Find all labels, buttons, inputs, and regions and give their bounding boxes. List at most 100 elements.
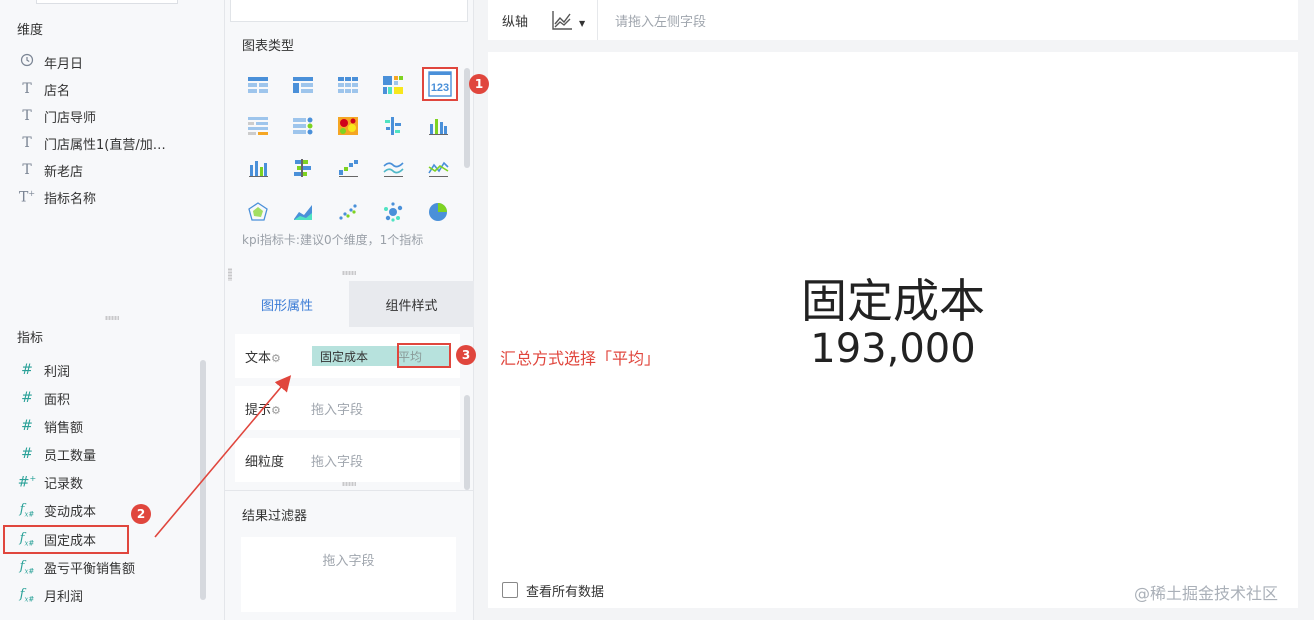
dimensions-title: 维度 — [17, 23, 44, 38]
number-derived-icon: #+ — [17, 473, 37, 491]
formula-icon: fx# — [19, 586, 35, 604]
line-chart-icon[interactable] — [382, 157, 404, 179]
number-icon: # — [21, 362, 33, 378]
annotation-highlight-box — [3, 525, 129, 554]
color-table-icon[interactable] — [382, 74, 404, 96]
chart-types-title: 图表类型 — [242, 39, 295, 54]
chevron-down-icon[interactable]: ▼ — [579, 19, 585, 28]
indicator-table-icon[interactable] — [292, 115, 314, 137]
measure-label: 利润 — [44, 364, 71, 380]
divider — [597, 0, 598, 40]
line-chart-type-icon[interactable] — [550, 8, 574, 32]
granularity-drop-placeholder: 拖入字段 — [311, 454, 364, 470]
annotation-badge-3: 3 — [456, 345, 476, 365]
result-filter-dropzone[interactable]: 拖入字段 — [241, 537, 456, 612]
gear-icon[interactable]: ⚙ — [271, 352, 281, 365]
pill-field-name: 固定成本 — [320, 349, 369, 364]
measure-label: 变动成本 — [44, 504, 97, 520]
gear-icon[interactable]: ⚙ — [271, 404, 281, 417]
clock-icon — [16, 53, 38, 71]
tab-graph-properties[interactable]: 图形属性 — [225, 281, 349, 327]
annotation-badge-2: 2 — [131, 504, 151, 524]
measure-item-area[interactable]: # 面积 — [16, 385, 206, 411]
measure-item-monthly-profit[interactable]: fx# 月利润 — [16, 582, 206, 608]
chart-canvas: 固定成本 193,000 查看所有数据 — [488, 52, 1298, 608]
area-chart-icon[interactable] — [292, 201, 314, 223]
table-chart-icon[interactable] — [247, 74, 269, 96]
text-type-icon: T — [22, 108, 32, 124]
kpi-card-icon: 123 — [428, 71, 452, 97]
measure-label: 销售额 — [44, 420, 84, 436]
result-filter-title: 结果过滤器 — [242, 509, 308, 524]
measure-item-records[interactable]: #+ 记录数 — [16, 469, 206, 495]
tab-component-style[interactable]: 组件样式 — [349, 281, 474, 327]
cross-table-icon[interactable] — [337, 74, 359, 96]
dimension-item-store[interactable]: T 店名 — [16, 76, 206, 102]
dimension-label: 店名 — [44, 83, 71, 99]
dimension-label: 门店导师 — [44, 110, 97, 126]
axis-bar: 纵轴 ▼ 请拖入左侧字段 — [488, 0, 1298, 40]
search-box-stub[interactable] — [36, 0, 178, 4]
radar-chart-icon[interactable] — [247, 201, 269, 223]
scatter-chart-icon[interactable] — [337, 201, 359, 223]
resize-handle[interactable] — [105, 316, 119, 320]
grouped-table-icon[interactable] — [292, 74, 314, 96]
bubble-chart-icon[interactable] — [382, 201, 404, 223]
tip-property-row[interactable]: 提示⚙ 拖入字段 — [235, 386, 460, 430]
measure-label: 月利润 — [44, 589, 84, 605]
properties-scrollbar[interactable] — [464, 395, 470, 490]
side-resize-handle[interactable] — [228, 268, 232, 282]
text-type-icon: T — [22, 162, 32, 178]
show-all-data-checkbox[interactable] — [502, 582, 518, 598]
measures-scrollbar[interactable] — [200, 360, 206, 600]
formula-icon: fx# — [19, 501, 35, 519]
tip-drop-placeholder: 拖入字段 — [311, 402, 364, 418]
dimension-item-store-attr[interactable]: T 门店属性1(直营/加… — [16, 130, 206, 156]
detail-table-icon[interactable] — [247, 115, 269, 137]
resize-handle[interactable] — [342, 482, 356, 486]
panel-top-box — [230, 0, 468, 22]
formula-icon: fx# — [19, 558, 35, 576]
dimension-label: 年月日 — [44, 56, 84, 72]
measure-item-staff[interactable]: # 员工数量 — [16, 441, 206, 467]
dimension-item-metric-name[interactable]: T+ 指标名称 — [16, 184, 206, 210]
text-type-derived-icon: T+ — [18, 188, 36, 206]
granularity-property-row[interactable]: 细粒度 拖入字段 — [235, 438, 460, 482]
divider — [225, 490, 474, 491]
dimension-item-new-old[interactable]: T 新老店 — [16, 157, 206, 183]
number-icon: # — [21, 446, 33, 462]
pie-chart-icon[interactable] — [427, 201, 449, 223]
dimension-label: 门店属性1(直营/加… — [44, 137, 166, 153]
measure-item-profit[interactable]: # 利润 — [16, 357, 206, 383]
combo-line-icon[interactable] — [427, 157, 449, 179]
measure-item-sales[interactable]: # 销售额 — [16, 413, 206, 439]
chart-type-hint: kpi指标卡:建议0个维度，1个指标 — [242, 233, 424, 247]
annotation-highlight-box — [397, 343, 451, 368]
number-icon: # — [21, 390, 33, 406]
horizontal-stack-icon[interactable] — [292, 157, 314, 179]
measure-label: 记录数 — [44, 476, 84, 492]
chart-config-panel: 图表类型 123 kpi指标卡:建议0个维度，1个指标 图形属性 组件样式 文本… — [225, 0, 474, 620]
text-type-icon: T — [22, 135, 32, 151]
measure-item-variable-cost[interactable]: fx# 变动成本 — [16, 497, 206, 523]
bar-chart-icon[interactable] — [427, 115, 449, 137]
measure-label: 面积 — [44, 392, 71, 408]
text-property-label: 文本⚙ — [245, 350, 281, 366]
y-axis-label: 纵轴 — [502, 15, 529, 30]
dimension-item-date[interactable]: 年月日 — [16, 49, 206, 75]
measure-label: 员工数量 — [44, 448, 97, 464]
kpi-card-chart-button[interactable]: 123 — [422, 67, 458, 101]
resize-handle[interactable] — [342, 271, 356, 275]
dimension-item-mentor[interactable]: T 门店导师 — [16, 103, 206, 129]
dimension-label: 新老店 — [44, 164, 84, 180]
watermark: @稀土掘金技术社区 — [1134, 584, 1279, 603]
column-chart-icon[interactable] — [247, 157, 269, 179]
heatmap-icon[interactable] — [337, 115, 359, 137]
show-all-data-label: 查看所有数据 — [526, 585, 605, 600]
waterfall-chart-icon[interactable] — [337, 157, 359, 179]
y-axis-dropzone[interactable]: 请拖入左侧字段 — [615, 11, 706, 30]
svg-text:123: 123 — [431, 82, 449, 94]
text-type-icon: T — [22, 81, 32, 97]
measure-item-breakeven-sales[interactable]: fx# 盈亏平衡销售额 — [16, 554, 206, 580]
dot-matrix-icon[interactable] — [382, 115, 404, 137]
